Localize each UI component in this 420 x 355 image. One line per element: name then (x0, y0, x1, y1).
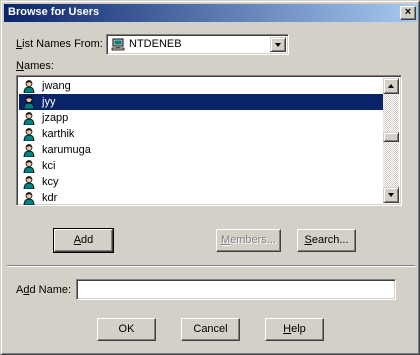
list-item[interactable]: karumuga (19, 142, 383, 158)
user-icon (23, 112, 35, 125)
names-label: Names: (16, 60, 54, 72)
arrow-down-icon (388, 193, 394, 197)
add-name-label: Add Name: (16, 284, 72, 296)
user-icon (23, 160, 35, 173)
cancel-button[interactable]: Cancel (181, 318, 240, 341)
list-item-label: kdr (42, 192, 58, 204)
user-icon (23, 176, 35, 189)
names-list: jwang jyy jzapp karthik karumuga kci kcy kdr (19, 78, 383, 205)
user-icon (23, 80, 35, 93)
list-item-label: jzapp (42, 112, 69, 124)
network-computer-icon (111, 38, 125, 51)
list-item[interactable]: kdr (19, 190, 383, 205)
list-item-label: kcy (42, 176, 59, 188)
list-item[interactable]: jwang (19, 78, 383, 94)
chevron-down-icon (275, 43, 281, 47)
list-names-from-value: NTDENEB (129, 38, 182, 50)
list-item[interactable]: kcy (19, 174, 383, 190)
ok-button[interactable]: OK (97, 318, 156, 341)
add-name-input[interactable] (76, 279, 396, 300)
list-item[interactable]: kci (19, 158, 383, 174)
list-item[interactable]: karthik (19, 126, 383, 142)
combobox-dropdown-button[interactable] (270, 37, 286, 52)
vertical-scrollbar[interactable] (383, 78, 399, 203)
scroll-down-button[interactable] (383, 187, 399, 203)
list-item[interactable]: jzapp (19, 110, 383, 126)
user-icon (23, 192, 35, 205)
list-item-label: karthik (42, 128, 75, 140)
scroll-up-button[interactable] (383, 78, 399, 94)
list-item[interactable]: jyy (19, 94, 383, 110)
list-names-from-combobox[interactable]: NTDENEB (106, 34, 289, 55)
list-item-label: kci (42, 160, 56, 172)
search-button[interactable]: Search... (297, 229, 356, 252)
list-item-label: jwang (42, 80, 71, 92)
list-item-label: karumuga (42, 144, 91, 156)
add-button[interactable]: Add (53, 228, 114, 253)
user-icon (23, 96, 35, 109)
list-item-label: jyy (42, 96, 56, 108)
names-listbox[interactable]: jwang jyy jzapp karthik karumuga kci kcy kdr (16, 75, 402, 206)
help-button[interactable]: Help (265, 318, 324, 341)
list-names-from-label: List Names From: (16, 38, 103, 50)
scroll-thumb[interactable] (383, 132, 399, 142)
separator (7, 265, 415, 267)
arrow-up-icon (388, 84, 394, 88)
user-icon (23, 128, 35, 141)
user-icon (23, 144, 35, 157)
title-bar[interactable]: Browse for Users × (4, 4, 418, 22)
browse-for-users-dialog: Browse for Users × List Names From: NTDE… (0, 0, 420, 355)
members-button[interactable]: Members... (216, 229, 281, 252)
close-button[interactable]: × (400, 6, 416, 20)
window-title: Browse for Users (8, 6, 100, 18)
